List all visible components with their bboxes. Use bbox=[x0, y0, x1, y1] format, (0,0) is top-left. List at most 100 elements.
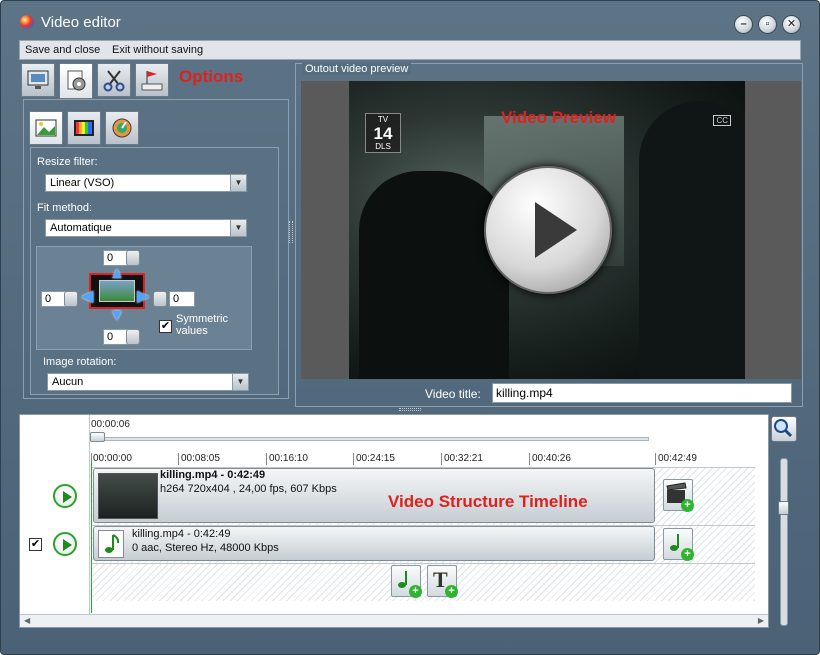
tv-rating-badge: TV 14 DLS bbox=[365, 113, 401, 153]
color-bars-icon bbox=[74, 120, 94, 136]
menu-exit-without-saving[interactable]: Exit without saving bbox=[112, 44, 203, 56]
ruler-label: 00:08:05 bbox=[181, 453, 220, 464]
arrow-right-icon: ▶ bbox=[137, 288, 150, 305]
video-editor-window: Video editor – ▫ ✕ Save and close Exit w… bbox=[0, 0, 820, 655]
ruler-label: 00:00:00 bbox=[93, 453, 132, 464]
ruler-label: 00:40:26 bbox=[532, 453, 571, 464]
chevron-down-icon: ▼ bbox=[230, 220, 246, 236]
magnifier-icon bbox=[774, 419, 793, 438]
ruler-tick bbox=[441, 453, 442, 465]
music-note-icon bbox=[105, 534, 120, 553]
image-rotation-select[interactable]: Aucun ▼ bbox=[47, 373, 249, 391]
cc-badge: CC bbox=[713, 115, 731, 126]
plus-icon: + bbox=[445, 585, 458, 598]
vertical-splitter[interactable] bbox=[289, 221, 293, 243]
audio-clip[interactable]: killing.mp4 - 0:42:49 0 aac, Stereo Hz, … bbox=[93, 526, 655, 561]
tab-chapters[interactable] bbox=[135, 63, 169, 97]
close-button[interactable]: ✕ bbox=[782, 15, 801, 34]
menu-bar: Save and close Exit without saving bbox=[19, 40, 801, 60]
symmetric-values-checkbox[interactable]: ✔ bbox=[159, 320, 172, 333]
monitor-icon bbox=[27, 70, 49, 89]
window-title: Video editor bbox=[41, 14, 121, 31]
crop-right-input[interactable]: 0 bbox=[169, 291, 195, 307]
position-slider-thumb[interactable] bbox=[90, 432, 105, 442]
arrow-down-icon: ▼ bbox=[109, 307, 125, 324]
crop-top-spinner[interactable] bbox=[126, 250, 140, 266]
add-text-button[interactable]: T + bbox=[427, 565, 458, 598]
video-title-input[interactable] bbox=[492, 383, 792, 403]
tv-rating-number: 14 bbox=[373, 124, 393, 143]
video-track-play-button[interactable] bbox=[53, 484, 77, 508]
fit-method-select[interactable]: Automatique ▼ bbox=[45, 219, 247, 237]
options-panel: Options Resize filter: Linear (VSO) ▼ Fi… bbox=[19, 61, 289, 407]
audio-clip-name: killing.mp4 - 0:42:49 bbox=[132, 528, 231, 540]
flag-ruler-icon bbox=[141, 71, 163, 91]
video-preview-annotation: Video Preview bbox=[501, 108, 616, 127]
scroll-left-icon[interactable]: ◀ bbox=[24, 616, 30, 625]
scissors-icon bbox=[103, 70, 125, 92]
ruler-label: 00:24:15 bbox=[356, 453, 395, 464]
current-time: 00:00:06 bbox=[91, 419, 130, 430]
empty-track bbox=[91, 563, 755, 601]
fit-method-value: Automatique bbox=[50, 222, 112, 234]
resize-filter-label: Resize filter: bbox=[37, 156, 98, 168]
video-figure-right bbox=[639, 101, 745, 379]
play-icon[interactable] bbox=[484, 166, 612, 294]
audio-track-play-button[interactable] bbox=[53, 532, 77, 556]
symmetric-values-label: Symmetric values bbox=[176, 313, 228, 337]
gear-page-icon bbox=[67, 70, 86, 91]
chevron-down-icon: ▼ bbox=[232, 374, 248, 390]
ruler-label: 00:42:49 bbox=[658, 453, 697, 464]
video-title-label: Video title: bbox=[425, 387, 481, 401]
ruler-label: 00:32:21 bbox=[444, 453, 483, 464]
subtab-levels[interactable] bbox=[105, 111, 139, 145]
menu-save-and-close[interactable]: Save and close bbox=[25, 44, 100, 56]
audio-track-checkbox[interactable]: ✔ bbox=[29, 538, 42, 551]
plus-icon: + bbox=[681, 499, 694, 512]
fit-method-label: Fit method: bbox=[37, 202, 93, 214]
audio-clip-info: 0 aac, Stereo Hz, 48000 Kbps bbox=[132, 542, 279, 554]
ruler-tick bbox=[353, 453, 354, 465]
arrow-up-icon: ▲ bbox=[109, 265, 125, 282]
tab-resize-settings[interactable] bbox=[59, 63, 93, 99]
zoom-slider-track[interactable] bbox=[780, 458, 788, 626]
position-slider-track[interactable] bbox=[92, 437, 649, 441]
ruler-tick bbox=[266, 453, 267, 465]
video-clip-info: h264 720x404 , 24,00 fps, 607 Kbps bbox=[160, 483, 337, 495]
subtab-colors[interactable] bbox=[67, 111, 101, 145]
add-audio-button[interactable]: + bbox=[663, 528, 694, 561]
crop-left-spinner[interactable] bbox=[64, 291, 78, 307]
resize-filter-value: Linear (VSO) bbox=[50, 177, 115, 189]
timeline-horizontal-scrollbar[interactable]: ◀ ▶ bbox=[20, 614, 768, 627]
subtab-picture[interactable] bbox=[29, 111, 63, 145]
image-rotation-value: Aucun bbox=[52, 376, 84, 388]
maximize-button[interactable]: ▫ bbox=[758, 15, 777, 34]
video-clip-name: killing.mp4 - 0:42:49 bbox=[160, 469, 266, 481]
zoom-button[interactable] bbox=[771, 416, 797, 442]
plus-icon: + bbox=[681, 548, 694, 561]
gauge-icon bbox=[112, 118, 132, 138]
crop-bottom-spinner[interactable] bbox=[126, 329, 140, 345]
timeline-annotation: Video Structure Timeline bbox=[388, 492, 588, 511]
tab-video-settings[interactable] bbox=[21, 63, 55, 97]
add-video-button[interactable]: + bbox=[663, 479, 694, 512]
image-rotation-label: Image rotation: bbox=[43, 356, 117, 368]
tv-rating-bottom: DLS bbox=[375, 142, 391, 151]
ruler-tick bbox=[655, 453, 656, 465]
tab-cut[interactable] bbox=[97, 63, 131, 97]
add-audio-track-button[interactable]: + bbox=[391, 565, 422, 598]
resize-filter-select[interactable]: Linear (VSO) ▼ bbox=[45, 174, 247, 192]
horizontal-splitter[interactable] bbox=[399, 408, 421, 411]
track-controls-column bbox=[20, 415, 90, 615]
crop-right-spinner[interactable] bbox=[153, 291, 167, 307]
scroll-right-icon[interactable]: ▶ bbox=[758, 616, 764, 625]
video-clip-thumbnail bbox=[98, 473, 158, 519]
zoom-slider-thumb[interactable] bbox=[778, 501, 789, 515]
minimize-button[interactable]: – bbox=[734, 15, 753, 34]
ruler-label: 00:16:10 bbox=[269, 453, 308, 464]
options-annotation: Options bbox=[179, 67, 244, 86]
arrow-left-icon: ◀ bbox=[81, 288, 94, 305]
app-icon bbox=[20, 15, 34, 29]
crop-editor: 0 0 0 0 ▲ ▼ ◀ ▶ ✔ Symmetric values bbox=[36, 246, 252, 350]
plus-icon: + bbox=[409, 585, 422, 598]
